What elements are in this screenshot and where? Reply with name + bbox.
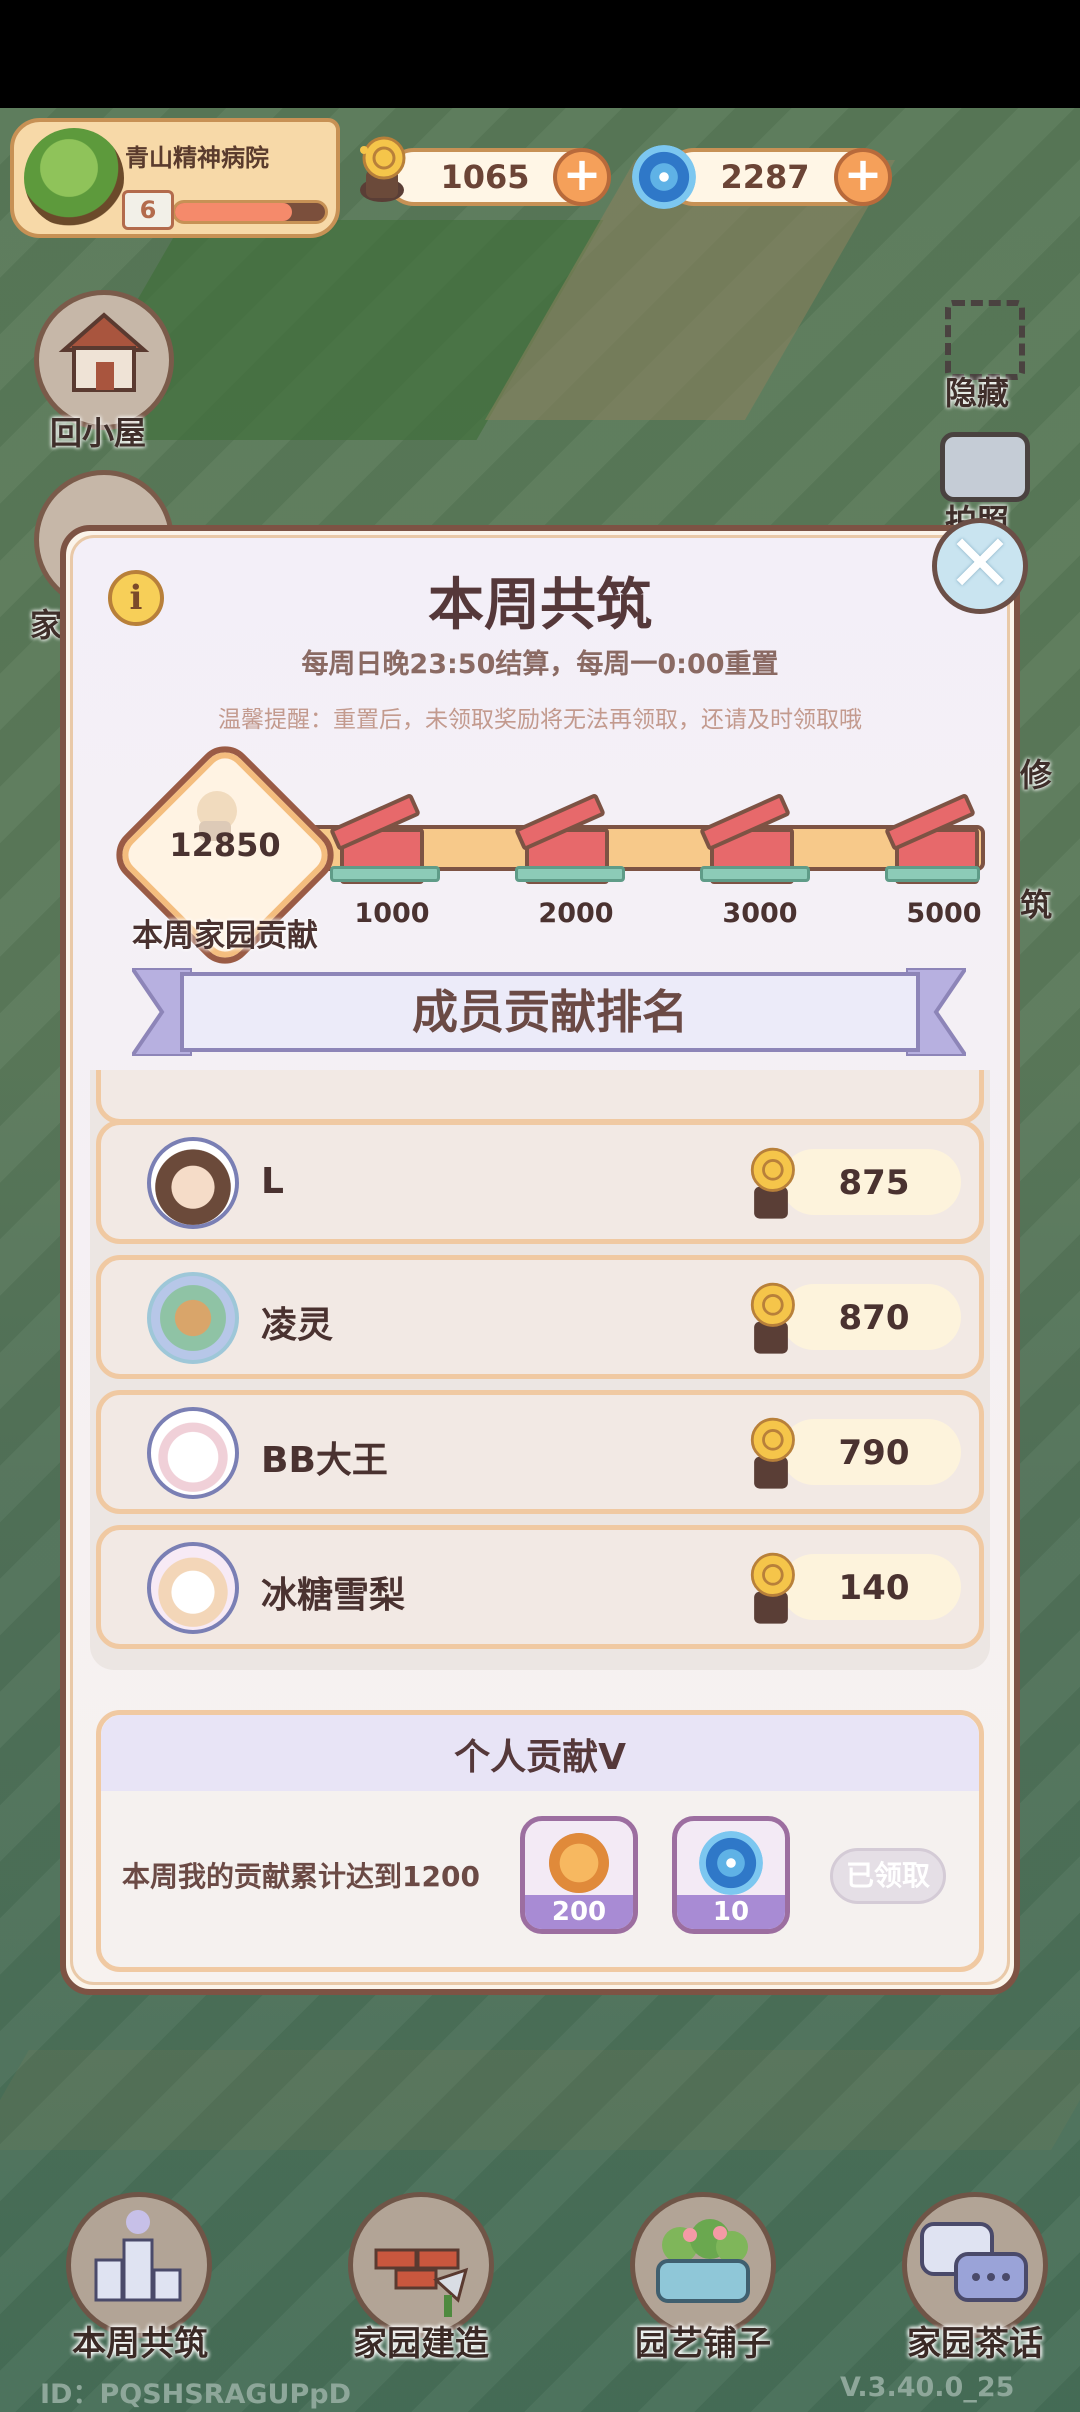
snail-icon (750, 1552, 795, 1624)
milestone-label: 3000 (722, 898, 798, 929)
home-label: 回小屋 (50, 414, 147, 452)
member-name: 冰糖雪梨 (261, 1575, 406, 1616)
reward-coin[interactable]: 200 (520, 1816, 638, 1934)
add-snail-currency-button[interactable]: + (553, 148, 611, 206)
member-score: 875 (838, 1163, 910, 1203)
member-score: 790 (838, 1433, 910, 1473)
personal-contribution-title: 个人贡献Ⅴ (454, 1737, 626, 1778)
nav-garden-shop-label: 园艺铺子 (635, 2324, 771, 2364)
brick-trowel-icon (374, 2248, 469, 2317)
swirl-icon (632, 145, 696, 209)
weekly-score-value: 12850 (169, 826, 281, 864)
milestone-label: 5000 (906, 898, 982, 929)
table-row[interactable]: 冰糖雪梨 140 (96, 1525, 984, 1649)
level-badge: 6 (122, 190, 174, 230)
repair-label-partial: 修 (1020, 756, 1053, 794)
milestone-label: 2000 (538, 898, 614, 929)
member-name: 凌灵 (261, 1305, 334, 1346)
dialog-title: 本周共筑 (428, 573, 652, 638)
flower-dog-avatar (147, 1272, 239, 1364)
ranking-list[interactable]: L 875 凌灵 870 BB大王 790 冰糖雪梨 140 (90, 1070, 990, 1670)
personal-goal-text: 本周我的贡献累计达到1200 (122, 1860, 480, 1893)
milestone-label: 1000 (354, 898, 430, 929)
unicorn-avatar (147, 1542, 239, 1634)
reward-amount: 10 (677, 1895, 785, 1929)
chat-bubbles-icon (920, 2222, 1028, 2302)
snail-icon (750, 1417, 795, 1489)
venue-name: 青山精神病院 (125, 144, 269, 172)
weekly-score-label: 本周家园贡献 (132, 918, 318, 954)
table-row[interactable] (96, 1070, 984, 1124)
girl-avatar (147, 1137, 239, 1229)
member-score: 870 (838, 1298, 910, 1338)
gift-box-icon[interactable] (514, 792, 625, 888)
nav-home-chat-label: 家园茶话 (907, 2324, 1043, 2364)
swirl-icon (699, 1831, 763, 1895)
nav-home-build-label: 家园建造 (353, 2324, 489, 2364)
player-id: ID：PQSHSRAGUPpD (40, 2379, 351, 2410)
gift-box-icon[interactable] (699, 792, 810, 888)
gift-box-icon[interactable] (329, 792, 440, 888)
reward-swirl[interactable]: 10 (672, 1816, 790, 1934)
dialog-tip: 温馨提醒：重置后，未领取奖励将无法再领取，还请及时领取哦 (218, 707, 862, 733)
app-version: V.3.40.0_25 (840, 2372, 1015, 2403)
swirl-currency-value: 2287 (720, 158, 810, 196)
level-progress-fill (175, 203, 292, 221)
add-swirl-currency-button[interactable]: + (834, 148, 892, 206)
coin-icon (549, 1833, 609, 1893)
plant-icon (24, 128, 124, 228)
member-score: 140 (838, 1568, 910, 1608)
reward-amount: 200 (525, 1895, 633, 1929)
camera-icon[interactable] (940, 432, 1030, 502)
build-label-partial: 筑 (1020, 886, 1053, 924)
nav-weekly-build-label: 本周共筑 (72, 2324, 208, 2364)
table-row[interactable]: BB大王 790 (96, 1390, 984, 1514)
member-name: L (261, 1161, 284, 1202)
table-row[interactable]: 凌灵 870 (96, 1255, 984, 1379)
snail-icon (360, 136, 406, 202)
claimed-button[interactable]: 已领取 (830, 1848, 946, 1904)
snail-icon (750, 1282, 795, 1354)
flower-basket-icon (656, 2219, 750, 2303)
member-name: BB大王 (261, 1440, 388, 1481)
ranking-title: 成员贡献排名 (412, 985, 688, 1039)
podium-icon (94, 2210, 182, 2302)
table-row[interactable]: L 875 (96, 1120, 984, 1244)
house-icon (58, 312, 150, 392)
gift-box-icon[interactable] (884, 792, 985, 888)
hide-label: 隐藏 (945, 374, 1010, 412)
snail-icon (750, 1147, 795, 1219)
snail-currency-value: 1065 (440, 158, 530, 196)
dialog-subtitle: 每周日晚23:50结算，每周一0:00重置 (301, 649, 779, 680)
sheep-avatar (147, 1407, 239, 1499)
